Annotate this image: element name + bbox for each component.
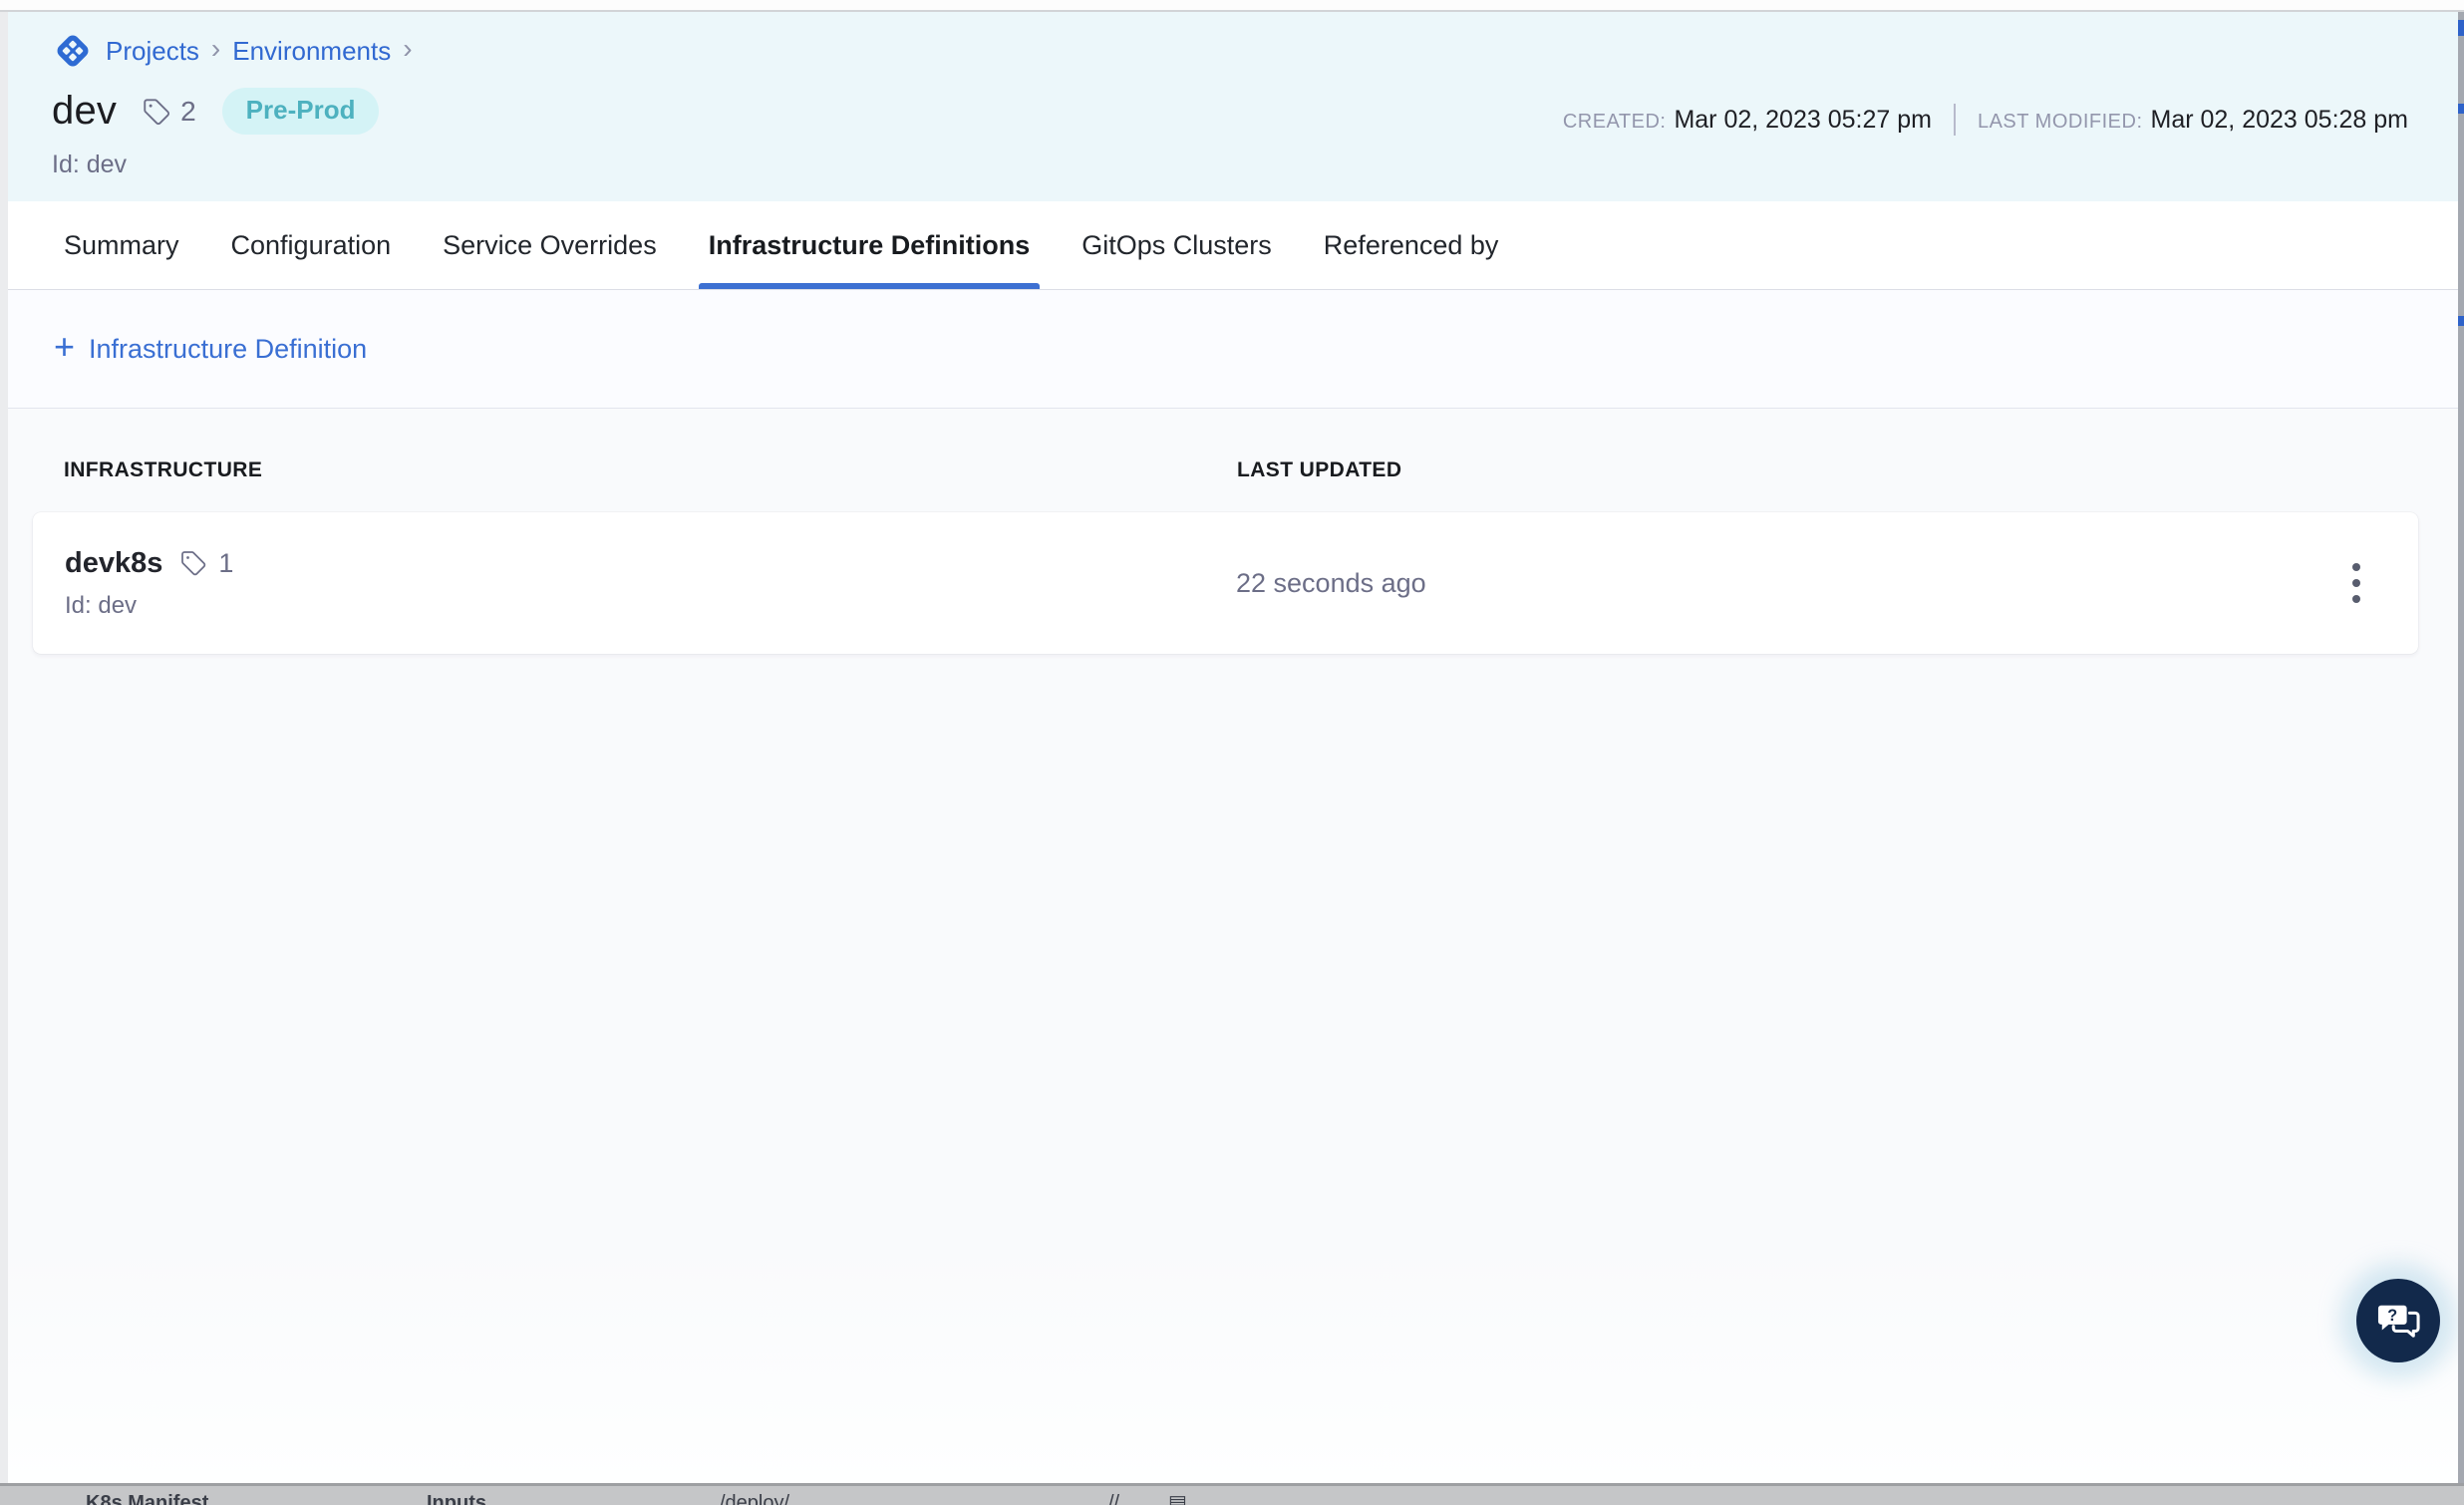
tab-gitops-clusters[interactable]: GitOps Clusters: [1081, 201, 1272, 289]
projects-grid-icon: [52, 30, 94, 72]
infrastructure-last-updated: 22 seconds ago: [1236, 568, 2322, 599]
page-title: dev: [52, 89, 117, 134]
breadcrumb-projects-link[interactable]: Projects: [106, 36, 199, 67]
breadcrumb-chevron-icon: ›: [211, 35, 220, 67]
row-options-menu-button[interactable]: [2326, 553, 2386, 613]
window-left-edge: [0, 12, 8, 1483]
table-header-row: INFRASTRUCTURE LAST UPDATED: [8, 458, 2458, 482]
tab-summary[interactable]: Summary: [64, 201, 179, 289]
background-strip-icon: ▤: [1168, 1490, 1187, 1505]
dates-divider: [1954, 104, 1956, 136]
window-right-edge: [2458, 12, 2464, 1483]
environment-details-page: Projects › Environments › dev 2 Pre-Prod…: [8, 12, 2458, 1483]
infrastructure-row-devk8s[interactable]: devk8s 1 Id: dev 22 seconds ago: [33, 512, 2418, 654]
background-strip-label: /deploy/: [720, 1490, 789, 1505]
environment-dates: CREATED: Mar 02, 2023 05:27 pm LAST MODIF…: [1563, 104, 2408, 136]
infrastructure-toolbar: + Infrastructure Definition: [8, 290, 2458, 409]
three-dots-icon: [2352, 563, 2360, 571]
breadcrumb-environments-link[interactable]: Environments: [232, 36, 391, 67]
infrastructure-definitions-panel: INFRASTRUCTURE LAST UPDATED devk8s 1 Id:…: [8, 409, 2458, 1483]
last-modified-value: Mar 02, 2023 05:28 pm: [2151, 106, 2409, 134]
last-modified-label: LAST MODIFIED:: [1978, 111, 2143, 133]
tab-configuration[interactable]: Configuration: [231, 201, 392, 289]
infrastructure-name: devk8s: [65, 547, 162, 580]
breadcrumb-chevron-icon: ›: [403, 35, 412, 67]
environment-id: Id: dev: [52, 150, 2414, 179]
tab-service-overrides[interactable]: Service Overrides: [443, 201, 657, 289]
created-date: CREATED: Mar 02, 2023 05:27 pm: [1563, 106, 1932, 135]
add-infrastructure-definition-label: Infrastructure Definition: [89, 334, 367, 365]
tag-icon: [141, 96, 172, 128]
infrastructure-name-cell: devk8s 1 Id: dev: [65, 547, 1236, 620]
background-strip-label: //: [1108, 1490, 1119, 1505]
background-window-sliver: [2458, 20, 2464, 36]
environment-header: Projects › Environments › dev 2 Pre-Prod…: [8, 12, 2458, 201]
environment-type-badge: Pre-Prod: [222, 88, 380, 135]
environment-tabbar: Summary Configuration Service Overrides …: [8, 201, 2458, 290]
infrastructure-id: Id: dev: [65, 592, 1236, 620]
background-window-bottom-strip: K8s Manifest Inputs /deploy/ // ▤: [0, 1483, 2464, 1505]
background-strip-label: Inputs: [427, 1490, 486, 1505]
add-infrastructure-definition-button[interactable]: + Infrastructure Definition: [54, 333, 367, 365]
tag-icon: [178, 548, 208, 578]
help-resource-center-button[interactable]: ?: [2356, 1279, 2440, 1362]
plus-icon: +: [54, 329, 75, 365]
created-label: CREATED:: [1563, 111, 1667, 133]
background-strip-label: K8s Manifest: [86, 1490, 208, 1505]
breadcrumb: Projects › Environments ›: [52, 30, 2414, 72]
environment-tags[interactable]: 2: [141, 96, 196, 128]
column-header-last-updated: LAST UPDATED: [1237, 458, 2414, 482]
svg-text:?: ?: [2387, 1307, 2397, 1325]
tab-infrastructure-definitions[interactable]: Infrastructure Definitions: [709, 201, 1031, 289]
last-modified-date: LAST MODIFIED: Mar 02, 2023 05:28 pm: [1978, 106, 2408, 135]
chat-question-icon: ?: [2375, 1300, 2421, 1342]
window-top-edge: [0, 0, 2464, 12]
created-value: Mar 02, 2023 05:27 pm: [1674, 106, 1932, 134]
column-header-infrastructure: INFRASTRUCTURE: [64, 458, 1237, 482]
environment-tag-count: 2: [180, 96, 196, 128]
infrastructure-tag-count: 1: [218, 548, 233, 579]
tab-referenced-by[interactable]: Referenced by: [1324, 201, 1499, 289]
